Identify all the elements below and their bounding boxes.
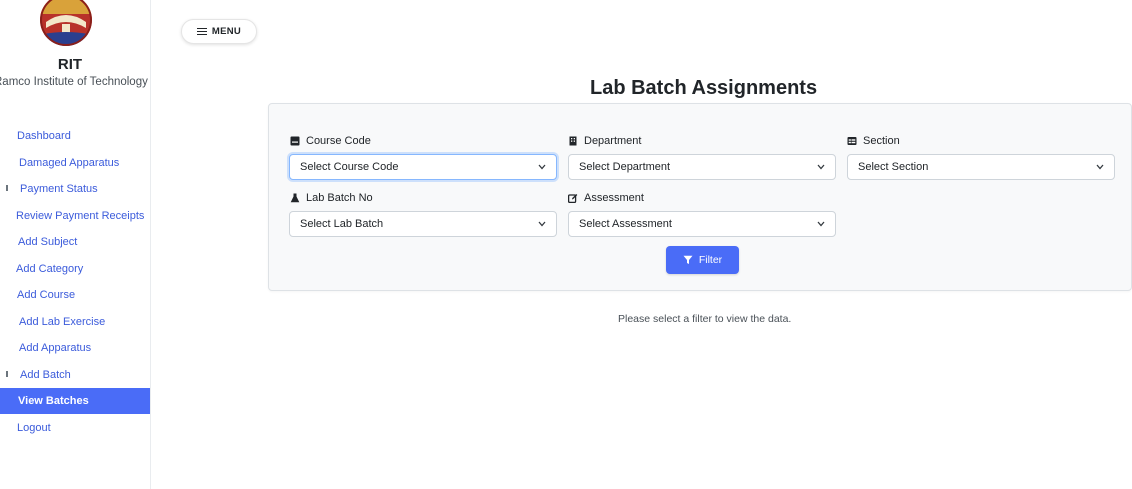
section-select[interactable]: Select Section bbox=[847, 154, 1115, 180]
sidebar-item-label: Add Category bbox=[16, 263, 84, 275]
chevron-down-icon bbox=[1096, 164, 1104, 170]
sidebar-item-logout[interactable]: Logout bbox=[0, 415, 150, 441]
section-label-text: Section bbox=[863, 135, 900, 147]
chevron-down-icon bbox=[817, 221, 825, 227]
sidebar-item-label: Logout bbox=[17, 422, 51, 434]
lab-batch-label: Lab Batch No bbox=[290, 192, 373, 204]
sidebar-item-payment-status[interactable]: Payment Status bbox=[0, 176, 150, 202]
sidebar-item-label: Add Lab Exercise bbox=[19, 316, 106, 328]
course-code-select-value: Select Course Code bbox=[300, 161, 399, 173]
brand-full-text: Ramco Institute of Technology bbox=[0, 76, 148, 88]
lab-batch-label-text: Lab Batch No bbox=[306, 192, 373, 204]
menu-button[interactable]: MENU bbox=[181, 19, 257, 44]
hamburger-icon bbox=[196, 27, 207, 36]
department-label: Department bbox=[568, 135, 641, 147]
course-code-select[interactable]: Select Course Code bbox=[289, 154, 557, 180]
department-select-value: Select Department bbox=[579, 161, 671, 173]
institute-logo bbox=[40, 0, 92, 46]
nav-marker-icon bbox=[6, 185, 8, 191]
building-icon bbox=[569, 136, 577, 146]
sidebar-item-add-lab-exercise[interactable]: Add Lab Exercise bbox=[0, 309, 150, 335]
assessment-label-text: Assessment bbox=[584, 192, 644, 204]
sidebar-item-damaged-apparatus[interactable]: Damaged Apparatus bbox=[0, 150, 150, 176]
sidebar-item-add-course[interactable]: Add Course bbox=[0, 282, 150, 308]
course-code-label: Course Code bbox=[290, 135, 371, 147]
filter-icon bbox=[683, 255, 693, 264]
sidebar-item-label: Payment Status bbox=[20, 183, 98, 195]
sidebar-item-label: View Batches bbox=[18, 395, 89, 407]
assessment-label: Assessment bbox=[568, 192, 644, 204]
department-select[interactable]: Select Department bbox=[568, 154, 836, 180]
book-icon bbox=[290, 136, 300, 146]
nav-marker-icon bbox=[6, 371, 8, 377]
lab-batch-select-value: Select Lab Batch bbox=[300, 218, 384, 230]
sidebar: RIT Ramco Institute of Technology Dashbo… bbox=[0, 0, 150, 489]
chevron-down-icon bbox=[538, 221, 546, 227]
lab-batch-select[interactable]: Select Lab Batch bbox=[289, 211, 557, 237]
filter-button-label: Filter bbox=[698, 254, 723, 266]
sidebar-item-label: Add Subject bbox=[18, 236, 78, 248]
sidebar-item-label: Add Batch bbox=[20, 369, 71, 381]
sidebar-item-add-batch[interactable]: Add Batch bbox=[0, 362, 150, 388]
sidebar-item-label: Damaged Apparatus bbox=[19, 157, 120, 169]
sidebar-item-dashboard[interactable]: Dashboard bbox=[0, 123, 150, 149]
sidebar-item-add-subject[interactable]: Add Subject bbox=[0, 229, 150, 255]
assessment-select-value: Select Assessment bbox=[579, 218, 672, 230]
page-title: Lab Batch Assignments bbox=[590, 77, 818, 99]
edit-icon bbox=[568, 194, 578, 203]
assessment-select[interactable]: Select Assessment bbox=[568, 211, 836, 237]
flask-icon bbox=[290, 193, 300, 203]
sidebar-item-view-batches[interactable]: View Batches bbox=[0, 388, 150, 414]
section-select-value: Select Section bbox=[858, 161, 929, 173]
sidebar-item-label: Add Apparatus bbox=[19, 342, 92, 354]
sidebar-item-review-payment-receipts[interactable]: Review Payment Receipts bbox=[0, 203, 150, 229]
empty-state-message: Please select a filter to view the data. bbox=[618, 313, 792, 325]
brand-short-name: RIT bbox=[57, 56, 83, 73]
section-label: Section bbox=[847, 135, 900, 147]
sidebar-item-label: Review Payment Receipts bbox=[16, 210, 145, 222]
brand-full-name: Ramco Institute of Technology bbox=[0, 76, 150, 88]
filter-button[interactable]: Filter bbox=[666, 246, 739, 274]
sidebar-item-label: Dashboard bbox=[17, 130, 71, 142]
sidebar-item-add-category[interactable]: Add Category bbox=[0, 256, 150, 282]
chevron-down-icon bbox=[538, 164, 546, 170]
sidebar-divider bbox=[150, 0, 151, 489]
table-icon bbox=[847, 137, 857, 145]
chevron-down-icon bbox=[817, 164, 825, 170]
sidebar-item-label: Add Course bbox=[17, 289, 76, 301]
menu-button-label: MENU bbox=[211, 26, 242, 37]
sidebar-item-add-apparatus[interactable]: Add Apparatus bbox=[0, 335, 150, 361]
department-label-text: Department bbox=[584, 135, 642, 147]
course-code-label-text: Course Code bbox=[306, 135, 371, 147]
